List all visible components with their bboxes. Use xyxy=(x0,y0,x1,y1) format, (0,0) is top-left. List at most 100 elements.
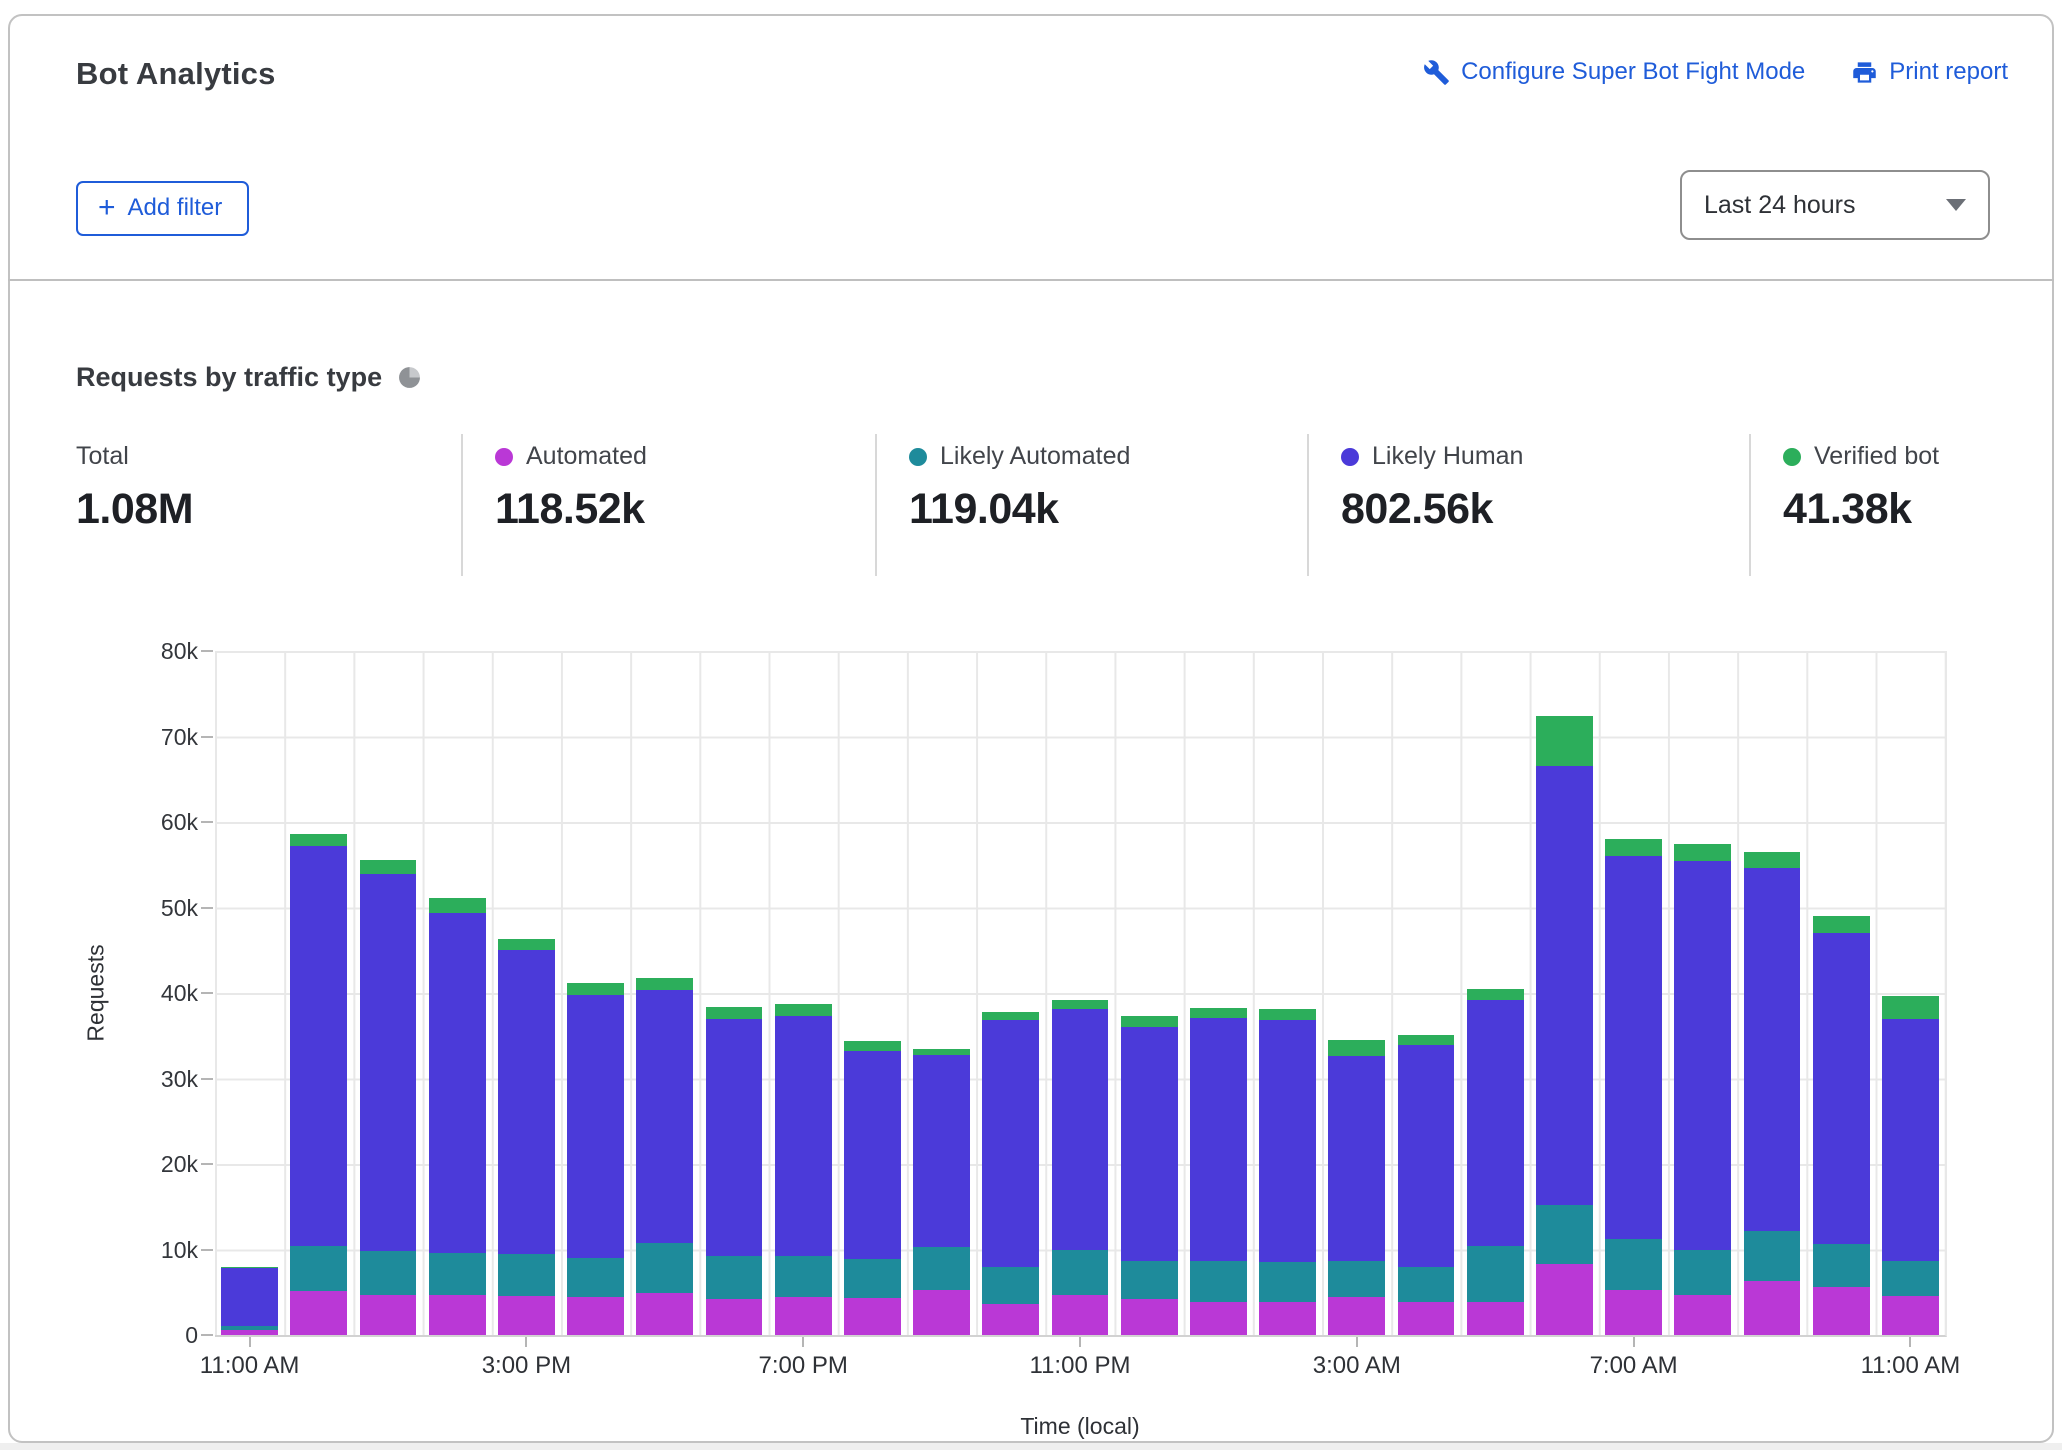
bar-segment[interactable] xyxy=(1674,1250,1731,1295)
bar-segment[interactable] xyxy=(844,1298,901,1335)
bar-segment[interactable] xyxy=(498,950,555,1254)
bar-segment[interactable] xyxy=(1052,1000,1109,1009)
bar-segment[interactable] xyxy=(1190,1261,1247,1302)
bar-segment[interactable] xyxy=(360,1295,417,1335)
bar-segment[interactable] xyxy=(498,1296,555,1335)
add-filter-button[interactable]: + Add filter xyxy=(76,181,249,236)
bar-segment[interactable] xyxy=(290,834,347,846)
bar-segment[interactable] xyxy=(1259,1262,1316,1301)
bar-segment[interactable] xyxy=(1467,989,1524,1000)
bar-segment[interactable] xyxy=(429,913,486,1253)
bar-segment[interactable] xyxy=(221,1267,278,1269)
bar-segment[interactable] xyxy=(567,1297,624,1335)
bar-segment[interactable] xyxy=(1813,933,1870,1244)
bar-segment[interactable] xyxy=(360,860,417,875)
bar-segment[interactable] xyxy=(1121,1027,1178,1261)
bar-segment[interactable] xyxy=(913,1290,970,1335)
bar-segment[interactable] xyxy=(706,1256,763,1300)
bar-segment[interactable] xyxy=(982,1020,1039,1266)
bar-segment[interactable] xyxy=(1674,861,1731,1249)
bar-segment[interactable] xyxy=(1052,1009,1109,1250)
bar-segment[interactable] xyxy=(1882,996,1939,1018)
bar-segment[interactable] xyxy=(913,1247,970,1290)
bar-segment[interactable] xyxy=(636,978,693,991)
print-report-link[interactable]: Print report xyxy=(1851,58,2008,86)
bar-segment[interactable] xyxy=(1674,1295,1731,1335)
bar-segment[interactable] xyxy=(913,1055,970,1247)
bar-segment[interactable] xyxy=(1121,1016,1178,1027)
bar-segment[interactable] xyxy=(844,1041,901,1051)
bar-segment[interactable] xyxy=(1882,1019,1939,1261)
bar-segment[interactable] xyxy=(1813,916,1870,933)
bar-segment[interactable] xyxy=(429,1253,486,1295)
bar-segment[interactable] xyxy=(775,1016,832,1256)
bar-segment[interactable] xyxy=(1121,1299,1178,1335)
bar-segment[interactable] xyxy=(1190,1302,1247,1335)
bar-segment[interactable] xyxy=(498,1254,555,1296)
bar-segment[interactable] xyxy=(1259,1302,1316,1335)
bar-segment[interactable] xyxy=(775,1256,832,1296)
bar-segment[interactable] xyxy=(1328,1261,1385,1297)
bar-segment[interactable] xyxy=(706,1007,763,1019)
bar-segment[interactable] xyxy=(1398,1045,1455,1266)
bar-segment[interactable] xyxy=(1744,1231,1801,1281)
bar-segment[interactable] xyxy=(1744,1281,1801,1335)
bar-segment[interactable] xyxy=(429,898,486,913)
bar-segment[interactable] xyxy=(567,1258,624,1296)
bar-segment[interactable] xyxy=(706,1019,763,1256)
bar-segment[interactable] xyxy=(429,1295,486,1335)
bar-segment[interactable] xyxy=(1467,1246,1524,1302)
bar-segment[interactable] xyxy=(1674,844,1731,861)
bar-segment[interactable] xyxy=(1605,1239,1662,1289)
bar-segment[interactable] xyxy=(1605,856,1662,1239)
bar-segment[interactable] xyxy=(706,1299,763,1335)
bar-segment[interactable] xyxy=(636,1243,693,1293)
bar-segment[interactable] xyxy=(1536,1264,1593,1335)
bar-segment[interactable] xyxy=(567,995,624,1258)
bar-segment[interactable] xyxy=(636,990,693,1242)
bar-segment[interactable] xyxy=(1328,1297,1385,1335)
bar-segment[interactable] xyxy=(221,1268,278,1325)
bar-segment[interactable] xyxy=(1744,868,1801,1231)
bar-segment[interactable] xyxy=(1813,1287,1870,1335)
bar-segment[interactable] xyxy=(1744,852,1801,868)
bar-segment[interactable] xyxy=(913,1049,970,1056)
bar-segment[interactable] xyxy=(775,1297,832,1335)
bar-segment[interactable] xyxy=(636,1293,693,1335)
bar-segment[interactable] xyxy=(1398,1302,1455,1335)
bar-segment[interactable] xyxy=(1605,1290,1662,1335)
bar-segment[interactable] xyxy=(1467,1000,1524,1246)
bar-segment[interactable] xyxy=(1536,716,1593,766)
bar-segment[interactable] xyxy=(1882,1261,1939,1296)
bar-segment[interactable] xyxy=(982,1012,1039,1021)
bar-segment[interactable] xyxy=(1190,1018,1247,1261)
bar-segment[interactable] xyxy=(1121,1261,1178,1299)
bar-segment[interactable] xyxy=(982,1304,1039,1335)
bar-segment[interactable] xyxy=(1259,1020,1316,1263)
bar-segment[interactable] xyxy=(498,939,555,950)
bar-segment[interactable] xyxy=(1536,766,1593,1205)
bar-segment[interactable] xyxy=(290,1246,347,1290)
bar-segment[interactable] xyxy=(360,1251,417,1295)
bar-segment[interactable] xyxy=(290,846,347,1246)
bar-segment[interactable] xyxy=(1605,839,1662,856)
bar-segment[interactable] xyxy=(1259,1009,1316,1019)
bar-segment[interactable] xyxy=(1882,1296,1939,1335)
bar-segment[interactable] xyxy=(360,874,417,1251)
bar-segment[interactable] xyxy=(1052,1295,1109,1335)
bar-segment[interactable] xyxy=(1328,1040,1385,1056)
configure-super-bot-fight-mode-link[interactable]: Configure Super Bot Fight Mode xyxy=(1423,58,1805,86)
bar-segment[interactable] xyxy=(982,1267,1039,1305)
bar-segment[interactable] xyxy=(1813,1244,1870,1287)
bar-segment[interactable] xyxy=(775,1004,832,1016)
bar-segment[interactable] xyxy=(844,1259,901,1298)
bar-segment[interactable] xyxy=(1467,1302,1524,1335)
bar-segment[interactable] xyxy=(1052,1250,1109,1294)
bar-segment[interactable] xyxy=(1328,1056,1385,1260)
bar-segment[interactable] xyxy=(221,1330,278,1335)
bar-segment[interactable] xyxy=(290,1291,347,1335)
bar-segment[interactable] xyxy=(567,983,624,995)
bar-segment[interactable] xyxy=(1536,1205,1593,1264)
time-range-select[interactable]: Last 24 hours xyxy=(1680,170,1990,240)
bar-segment[interactable] xyxy=(221,1326,278,1330)
